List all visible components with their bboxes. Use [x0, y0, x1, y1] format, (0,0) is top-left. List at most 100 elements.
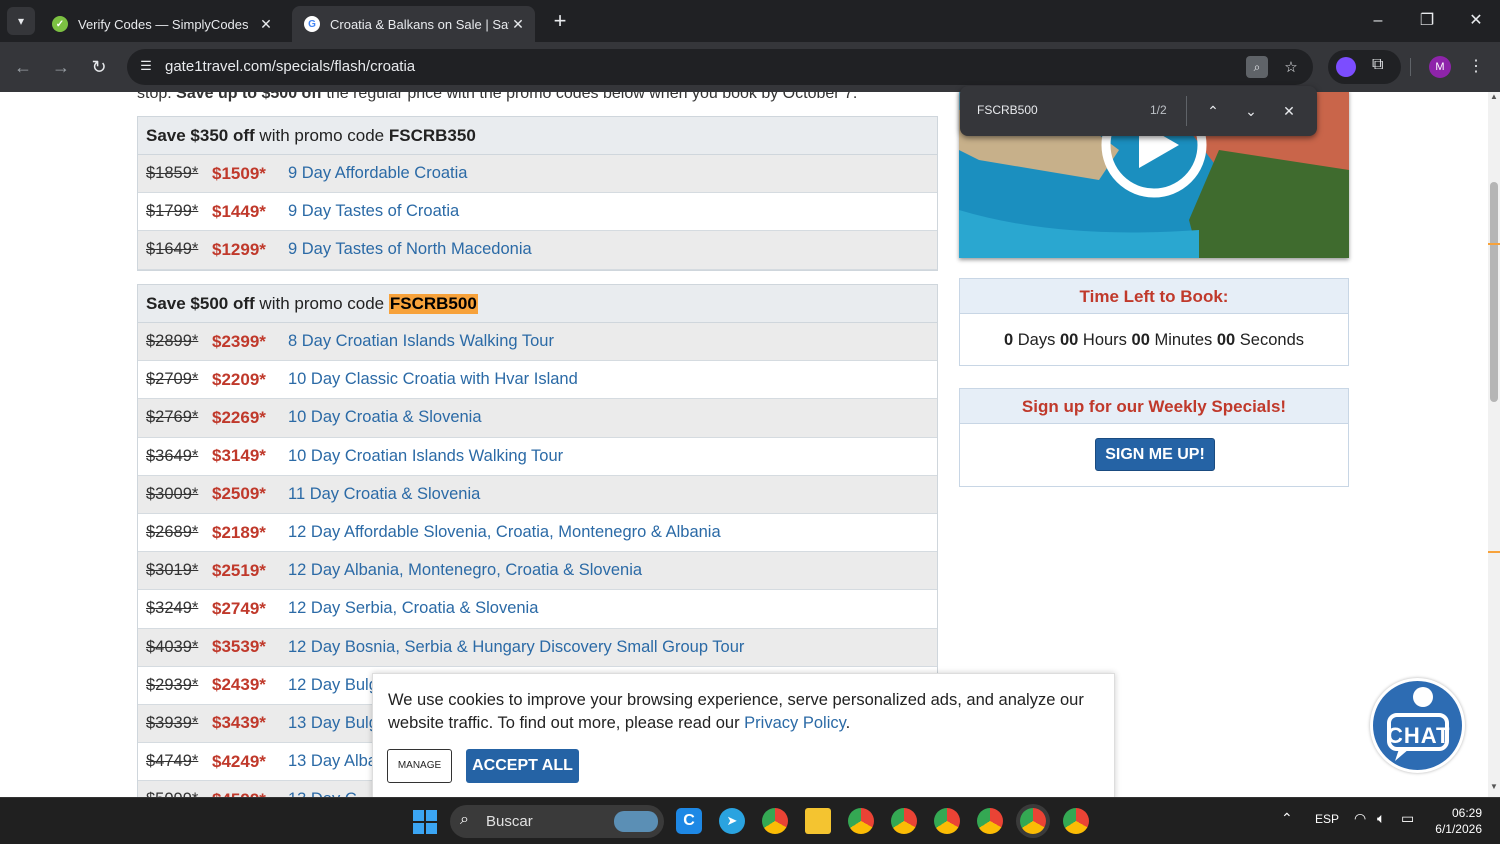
tour-link[interactable]: 11 Day Croatia & Slovenia	[288, 485, 480, 504]
tab-close-icon[interactable]: ✕	[257, 16, 275, 33]
regular-price: $1859*	[146, 164, 199, 183]
countdown-days: 0	[1003, 331, 1014, 349]
sign-me-up-button[interactable]: SIGN ME UP!	[1095, 438, 1215, 471]
chat-label: CHAT	[1387, 723, 1451, 748]
promo-header: Save $350 off with promo code FSCRB350	[138, 117, 937, 155]
tour-link[interactable]: 12 Day Albania, Montenegro, Croatia & Sl…	[288, 561, 642, 580]
tour-row: $3009* $2509* 11 Day Croatia & Slovenia	[138, 475, 937, 514]
tour-link[interactable]: 10 Day Croatia & Slovenia	[288, 408, 482, 427]
tour-link[interactable]: 9 Day Tastes of Croatia	[288, 202, 459, 221]
regular-price: $2709*	[146, 370, 199, 389]
tour-link[interactable]: 12 Day Bulg	[288, 676, 378, 695]
battery-icon[interactable]: ▭	[1401, 810, 1414, 827]
extension-purple-icon[interactable]	[1336, 57, 1356, 77]
promo-code-highlighted: FSCRB500	[388, 293, 478, 314]
extensions-puzzle-icon[interactable]: ⧉	[1372, 56, 1383, 74]
new-tab-plus-icon[interactable]: +	[549, 10, 571, 32]
regular-price: $3249*	[146, 599, 199, 618]
windows-taskbar: ⌕ Buscar C ➤ ⌃ ESP ◠ 🔈︎ ▭ 06:29 6/1/2026	[0, 797, 1500, 844]
back-arrow-icon[interactable]: ←	[10, 54, 36, 80]
find-match-marker	[1488, 243, 1500, 245]
url-text[interactable]: gate1travel.com/specials/flash/croatia	[165, 58, 415, 75]
taskbar-search-box[interactable]: ⌕ Buscar	[450, 805, 664, 838]
forward-arrow-icon[interactable]: →	[48, 54, 74, 80]
scrollbar-thumb[interactable]	[1490, 182, 1498, 402]
search-icon: ⌕	[460, 811, 469, 828]
app-c-icon[interactable]: C	[676, 808, 702, 834]
sale-price: $2269*	[212, 407, 266, 427]
tour-link[interactable]: 13 Day Bulg	[288, 714, 378, 733]
site-info-icon[interactable]: ☰	[137, 58, 155, 76]
chrome-active-profile-icon[interactable]	[1020, 808, 1046, 834]
find-input[interactable]: FSCRB500	[977, 103, 1038, 117]
tour-link[interactable]: 12 Day Affordable Slovenia, Croatia, Mon…	[288, 523, 721, 542]
chrome-profile-icon[interactable]	[1063, 808, 1089, 834]
tour-link[interactable]: 13 Day Alba	[288, 752, 377, 771]
sale-price: $3439*	[212, 713, 266, 733]
sale-price: $2189*	[212, 522, 266, 542]
address-bar[interactable]: ☰ gate1travel.com/specials/flash/croatia…	[127, 49, 1313, 85]
tab-gate1travel[interactable]: G Croatia & Balkans on Sale | Save u ✕	[292, 6, 535, 42]
wifi-icon[interactable]: ◠	[1354, 810, 1366, 827]
profile-avatar[interactable]: M	[1429, 56, 1451, 78]
tour-link[interactable]: 13 Day C	[288, 790, 357, 797]
tour-link[interactable]: 12 Day Serbia, Croatia & Slovenia	[288, 599, 538, 618]
file-explorer-icon[interactable]	[805, 808, 831, 834]
tour-link[interactable]: 8 Day Croatian Islands Walking Tour	[288, 332, 554, 351]
taskbar-search-label: Buscar	[486, 813, 533, 830]
chat-widget-button[interactable]: CHAT	[1370, 678, 1465, 773]
promo-save-amount: Save $500 off	[146, 293, 255, 313]
scroll-up-arrow-icon[interactable]: ▲	[1488, 92, 1500, 106]
find-divider	[1186, 96, 1187, 126]
chrome-profile-icon[interactable]	[977, 808, 1003, 834]
newsletter-box: Sign up for our Weekly Specials! SIGN ME…	[959, 388, 1349, 487]
chevron-down-icon[interactable]: ⌄	[1239, 99, 1263, 123]
tab-simplycodes[interactable]: ✓ Verify Codes — SimplyCodes ✕	[40, 6, 283, 42]
chrome-icon[interactable]	[762, 808, 788, 834]
regular-price: $5099*	[146, 790, 212, 797]
tour-link[interactable]: 10 Day Classic Croatia with Hvar Island	[288, 370, 578, 389]
regular-price: $2769*	[146, 408, 199, 427]
volume-icon[interactable]: 🔈︎	[1377, 810, 1385, 827]
chrome-profile-icon[interactable]	[891, 808, 917, 834]
find-in-page-bar: FSCRB500 1/2 ⌃ ⌄ ✕	[960, 86, 1317, 136]
clock-date: 6/1/2026	[1435, 822, 1482, 836]
tab-search-chevron-icon[interactable]: ▾	[7, 7, 35, 35]
manage-cookies-button[interactable]: MANAGE	[387, 749, 452, 783]
scroll-down-arrow-icon[interactable]: ▼	[1488, 782, 1500, 796]
tour-link[interactable]: 10 Day Croatian Islands Walking Tour	[288, 447, 563, 466]
tab-close-icon[interactable]: ✕	[509, 16, 527, 33]
sale-price: $4599*	[212, 790, 288, 797]
tour-row: $2709* $2209* 10 Day Classic Croatia with …	[138, 361, 937, 400]
window-close-icon[interactable]: ✕	[1454, 8, 1498, 34]
accept-all-button[interactable]: ACCEPT ALL	[466, 749, 579, 783]
system-clock[interactable]: 06:29 6/1/2026	[1430, 805, 1482, 837]
restore-icon[interactable]: ❐	[1405, 8, 1449, 34]
language-indicator[interactable]: ESP	[1315, 812, 1339, 826]
minimize-icon[interactable]: –	[1356, 8, 1400, 34]
kebab-menu-icon[interactable]: ⋮	[1468, 56, 1484, 76]
tour-link[interactable]: 9 Day Tastes of North Macedonia	[288, 240, 532, 259]
regular-price: $3019*	[146, 561, 199, 580]
tour-link[interactable]: 12 Day Bosnia, Serbia & Hungary Discover…	[288, 638, 744, 657]
bookmark-star-icon[interactable]: ☆	[1279, 58, 1303, 78]
tour-link[interactable]: 9 Day Affordable Croatia	[288, 164, 467, 183]
privacy-policy-link[interactable]: Privacy Policy	[744, 714, 845, 732]
regular-price: $3649*	[146, 446, 199, 465]
close-icon[interactable]: ✕	[1277, 99, 1301, 123]
find-match-marker	[1488, 551, 1500, 553]
telegram-icon[interactable]: ➤	[719, 808, 745, 834]
reload-icon[interactable]: ↻	[86, 54, 112, 80]
sale-price: $4249*	[212, 751, 266, 771]
regular-price: $3939*	[146, 713, 199, 732]
windows-start-icon[interactable]	[413, 810, 437, 834]
days-label: Days	[1017, 331, 1056, 349]
promo-code: FSCRB350	[388, 125, 476, 145]
chrome-profile-icon[interactable]	[934, 808, 960, 834]
tray-chevron-up-icon[interactable]: ⌃	[1281, 810, 1293, 827]
newsletter-title: Sign up for our Weekly Specials!	[960, 389, 1348, 424]
browser-toolbar: ← → ↻ ☰ gate1travel.com/specials/flash/c…	[0, 42, 1500, 92]
page-search-icon[interactable]: ⌕	[1246, 56, 1268, 78]
chevron-up-icon[interactable]: ⌃	[1201, 99, 1225, 123]
chrome-profile-icon[interactable]	[848, 808, 874, 834]
